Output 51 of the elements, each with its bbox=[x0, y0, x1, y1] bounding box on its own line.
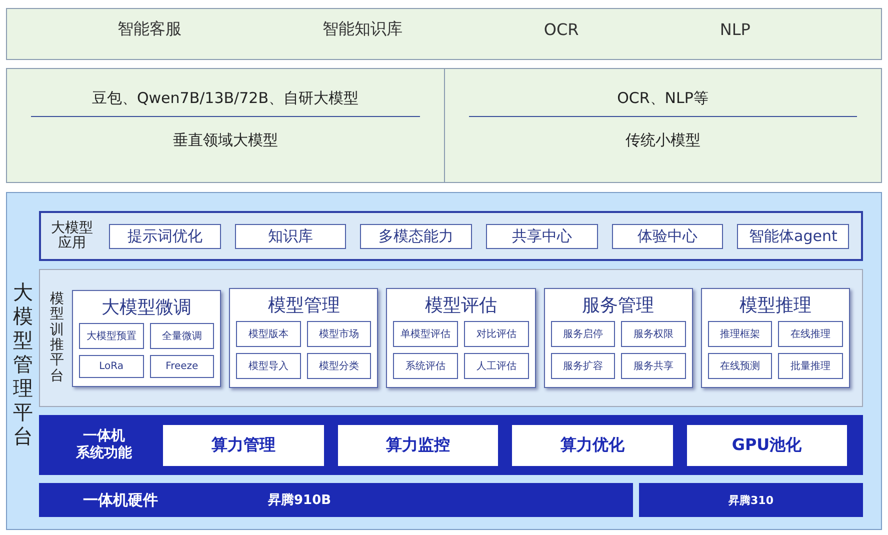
feature-item: 在线预测 bbox=[708, 353, 772, 379]
application-label: 智能客服 bbox=[118, 18, 182, 40]
system-layer-label: 一体机 bbox=[83, 428, 125, 445]
app-module: 共享中心 bbox=[486, 224, 598, 248]
app-layer-label: 大模型应用 bbox=[50, 220, 94, 252]
module-title: 大模型微调 bbox=[102, 296, 192, 318]
feature-item: 服务启停 bbox=[550, 321, 616, 347]
application-label: NLP bbox=[720, 20, 750, 38]
chip-label: 昇腾310 bbox=[728, 492, 774, 508]
feature-item: Freeze bbox=[150, 354, 214, 378]
app-module: 提示词优化 bbox=[109, 224, 221, 248]
feature-item: LoRa bbox=[79, 354, 144, 378]
module-title: 模型推理 bbox=[739, 294, 812, 317]
feature-item: 人工评估 bbox=[464, 353, 529, 379]
app-module: 知识库 bbox=[234, 224, 346, 248]
application-label: 智能知识库 bbox=[322, 18, 403, 40]
chip-label: 昇腾910B bbox=[268, 492, 332, 509]
app-module: 体验中心 bbox=[612, 224, 724, 248]
feature-item: 推理框架 bbox=[708, 321, 772, 347]
feature-item: 批量推理 bbox=[778, 353, 844, 379]
feature-item: 模型市场 bbox=[306, 321, 372, 347]
feature-item: 模型导入 bbox=[236, 353, 301, 379]
training-layer-label: 模型训推平台 bbox=[50, 292, 64, 384]
feature-item: 在线推理 bbox=[778, 321, 844, 347]
module-title: 模型管理 bbox=[268, 294, 340, 317]
feature-item: 大模型预置 bbox=[79, 322, 144, 348]
model-category-label: 传统小模型 bbox=[625, 131, 700, 150]
module-title: 服务管理 bbox=[582, 294, 654, 317]
system-function: GPU池化 bbox=[686, 424, 847, 466]
app-module: 多模态能力 bbox=[360, 224, 472, 248]
model-list-text: OCR、NLP等 bbox=[468, 89, 857, 117]
system-function: 算力优化 bbox=[512, 424, 672, 466]
system-layer-label: 系统功能 bbox=[76, 445, 132, 462]
feature-item: 服务共享 bbox=[621, 353, 686, 379]
feature-item: 系统评估 bbox=[393, 353, 458, 379]
feature-item: 模型版本 bbox=[236, 321, 301, 347]
app-module: 智能体agent bbox=[737, 224, 850, 248]
system-function: 算力监控 bbox=[338, 424, 498, 466]
model-category-label: 垂直领域大模型 bbox=[172, 131, 278, 150]
feature-item: 服务权限 bbox=[621, 321, 686, 347]
feature-item: 服务扩容 bbox=[550, 353, 616, 379]
feature-item: 对比评估 bbox=[464, 321, 529, 347]
feature-item: 单模型评估 bbox=[393, 321, 458, 347]
module-title: 模型评估 bbox=[425, 294, 497, 317]
hardware-label: 一体机硬件 bbox=[83, 490, 158, 510]
application-label: OCR bbox=[544, 20, 579, 38]
platform-title: 大模型管理平台 bbox=[13, 280, 33, 448]
model-list-text: 豆包、Qwen7B/13B/72B、自研大模型 bbox=[31, 89, 420, 117]
feature-item: 全量微调 bbox=[150, 322, 214, 348]
feature-item: 模型分类 bbox=[306, 353, 372, 379]
system-function: 算力管理 bbox=[163, 424, 324, 466]
